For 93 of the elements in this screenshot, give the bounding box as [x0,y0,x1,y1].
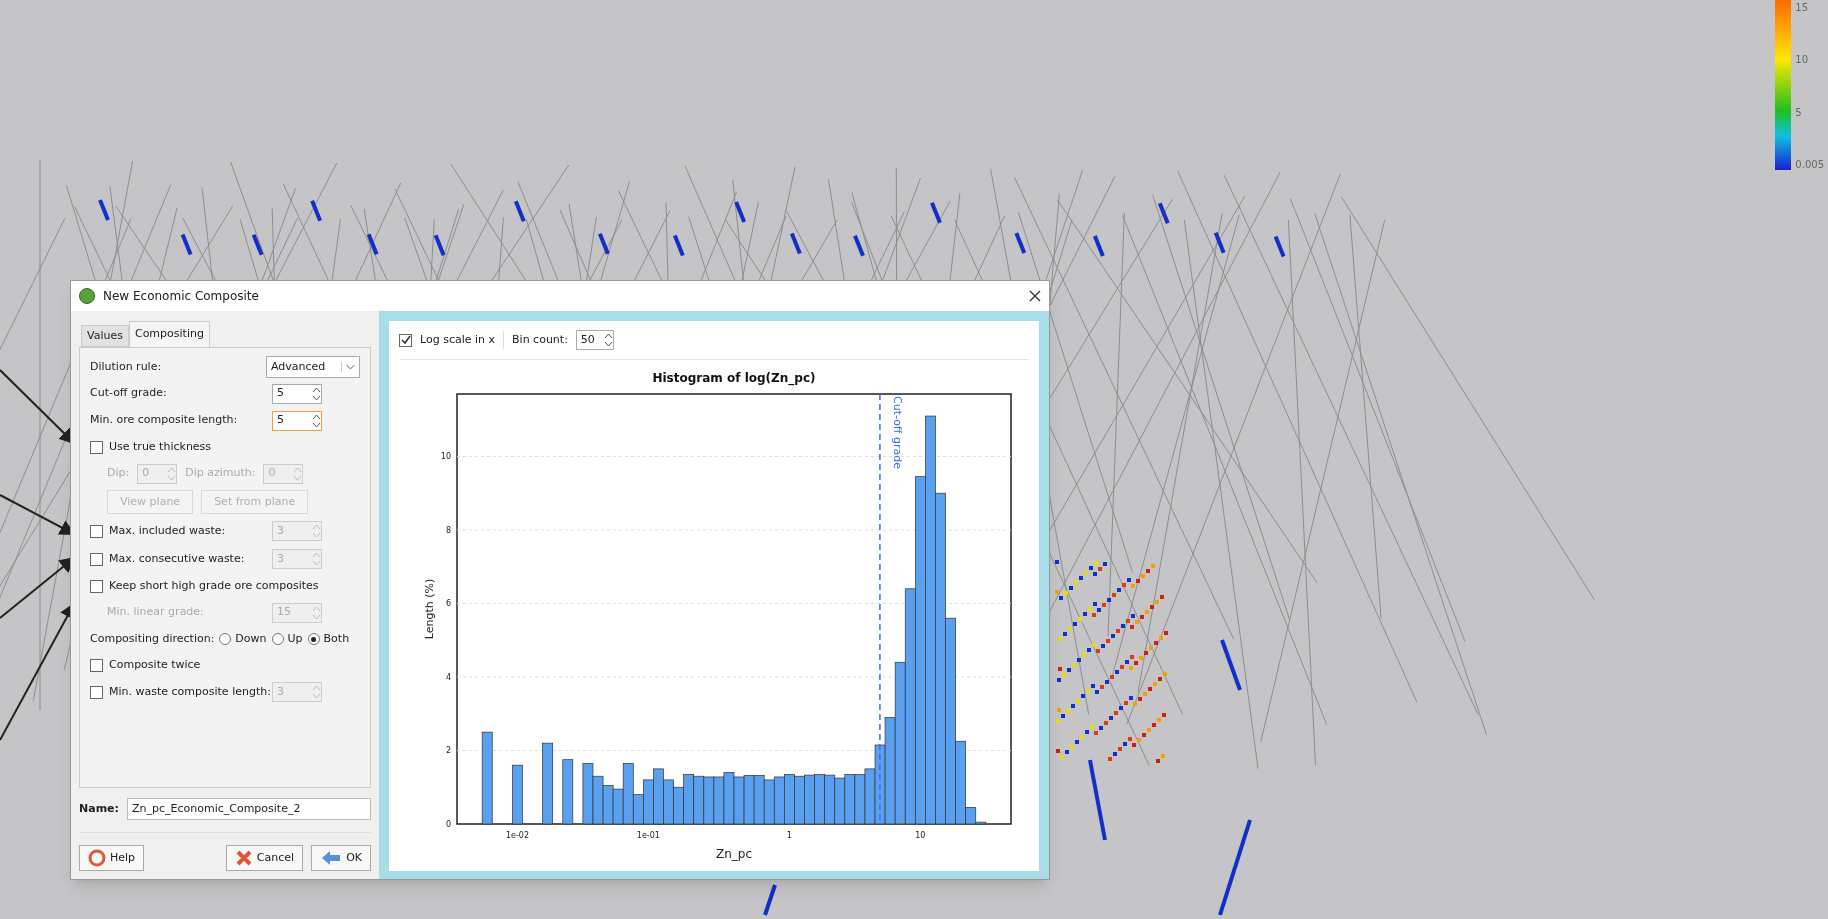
histogram-bar [592,775,604,825]
close-icon[interactable] [1029,290,1041,302]
x-tick-label: 1e-02 [505,831,529,840]
checkbox-label: Use true thickness [109,438,212,455]
histogram-bar [693,775,705,825]
field-label: Dip: [107,465,130,482]
histogram-bar [864,768,876,825]
histogram-bar [804,774,815,825]
chart-title: Histogram of log(Zn_pc) [652,371,816,385]
histogram-bar [713,776,725,825]
x-tick-label: 1 [786,831,792,840]
histogram-bar [733,776,745,825]
checkbox[interactable] [90,552,103,566]
histogram-bar [723,772,735,825]
field-label: Dip azimuth: [185,465,256,482]
window-title: New Economic Composite [103,288,260,305]
dialog-button[interactable]: Cancel [225,845,304,871]
histogram-bar [784,774,795,825]
field-label: Name: [79,800,119,817]
radio-label: Both [323,630,350,647]
histogram-bar [683,774,695,825]
x-tick-label: 10 [915,831,926,840]
checkbox-label: Max. consecutive waste: [109,550,245,567]
radio-label: Up [287,630,303,647]
cutoff-label: Cut-off grade [890,396,904,469]
field-label: Cut-off grade: [90,385,167,402]
y-tick-label: 4 [445,673,451,682]
tab[interactable]: Compositing [128,321,210,347]
x-axis-label: Zn_pc [716,847,752,861]
histogram-bar [582,763,594,825]
checkbox-label: Composite twice [109,656,201,673]
arrow-left-icon [320,849,343,867]
histogram-bar [824,774,836,825]
histogram-bar [773,776,785,825]
scale-label: 10 [1795,53,1810,68]
checkbox[interactable] [399,333,412,347]
y-axis-label: Length (%) [423,578,436,640]
histogram-bar [602,785,614,825]
radio-button[interactable] [271,633,284,645]
histogram-bar [703,776,715,825]
spin-field[interactable]: 5 [272,383,322,404]
spin-field[interactable]: 5 [272,410,322,431]
scale-label: 15 [1795,1,1810,15]
checkbox[interactable] [90,579,103,593]
y-tick-label: 2 [445,746,451,756]
histogram-bar [834,777,846,825]
field-label: Compositing direction: [90,630,215,647]
histogram-bar [794,775,805,825]
field-label: Min. linear grade: [107,604,204,621]
spin-arrows-icon[interactable] [603,332,613,348]
y-tick-label: 0 [445,820,451,829]
y-tick-label: 10 [440,452,451,462]
dialog-button[interactable]: Help [79,845,145,871]
scale-label: 0.005 [1795,158,1824,172]
scale-label: 5 [1795,105,1803,120]
cross-icon [234,849,253,867]
name-field[interactable]: Zn_pc_Economic_Composite_2 [126,798,371,820]
histogram-bar [653,768,664,825]
histogram-bar [663,779,674,825]
checkbox[interactable] [90,658,103,672]
histogram-bar [854,774,866,825]
lifebuoy-icon [88,849,106,867]
histogram-bar [814,774,825,825]
dialog-button[interactable]: OK [311,845,371,871]
histogram-bar [562,759,574,825]
app-logo-icon [79,288,95,304]
tab[interactable]: Values [81,325,129,347]
histogram-bar [763,779,775,825]
checkbox-label: Max. included waste: [109,522,226,539]
histogram-bar [512,764,523,825]
spin-field[interactable]: 50 [575,330,614,350]
spin-arrows-icon[interactable] [312,385,321,402]
x-tick-label: 1e-01 [636,831,660,840]
radio-label: Down [235,630,267,647]
spin-arrows-icon[interactable] [312,412,321,429]
histogram-bar [844,774,856,825]
checkbox-label: Log scale in x [420,331,496,348]
field-label: Dilution rule: [90,358,162,375]
field-label: Bin count: [512,331,568,348]
y-tick-label: 8 [445,526,451,535]
checkbox[interactable] [90,524,103,538]
field-label: Min. ore composite length: [90,412,238,429]
checkbox[interactable] [90,440,103,454]
checkbox[interactable] [90,685,103,699]
histogram-bar [753,775,765,825]
checkbox-label: Keep short high grade ore composites [109,577,319,594]
radio-button[interactable] [307,633,320,645]
histogram-bar [673,786,684,825]
y-tick-label: 6 [445,599,451,609]
checkbox-label: Min. waste composite length: [109,683,271,700]
histogram-bar [743,775,755,825]
radio-button[interactable] [219,633,232,645]
dropdown[interactable]: Advanced [266,356,360,378]
